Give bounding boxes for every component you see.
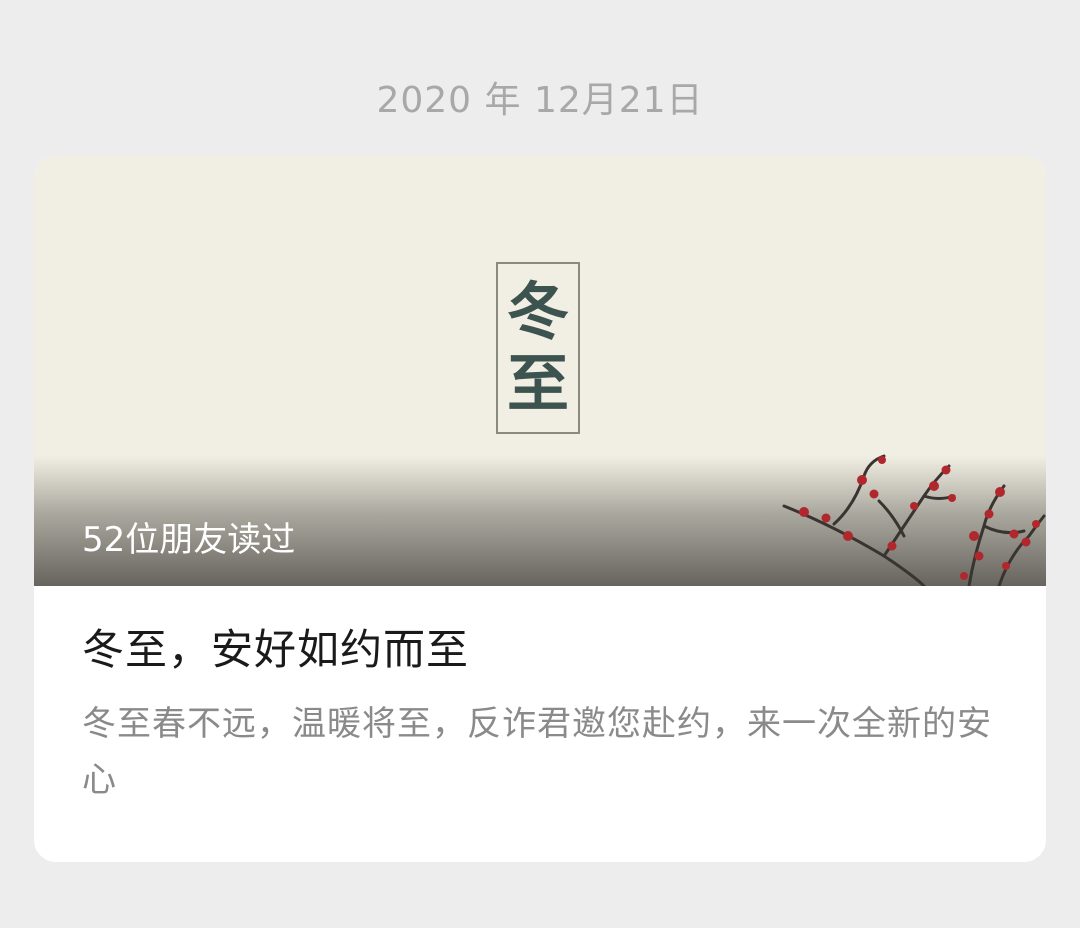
article-description: 冬至春不远，温暖将至，反诈君邀您赴约，来一次全新的安心 bbox=[82, 704, 992, 800]
date-label: 2020 年 12月21日 bbox=[376, 80, 704, 121]
read-count: 52位朋友读过 bbox=[82, 520, 296, 560]
cover-char-1: 冬 bbox=[506, 275, 569, 348]
cover-image[interactable]: 冬 至 52位朋友读过 bbox=[34, 156, 1046, 586]
article-title[interactable]: 冬至，安好如约而至 bbox=[82, 620, 469, 680]
cover-stamp: 冬 至 bbox=[496, 262, 580, 434]
cover-char-2: 至 bbox=[506, 347, 569, 420]
article-card[interactable]: 冬 至 52位朋友读过 冬至，安好如约而至 冬至春不远，温暖将至，反诈君邀您赴约… bbox=[34, 156, 1046, 862]
plum-blossom-branch-icon bbox=[782, 454, 1046, 586]
